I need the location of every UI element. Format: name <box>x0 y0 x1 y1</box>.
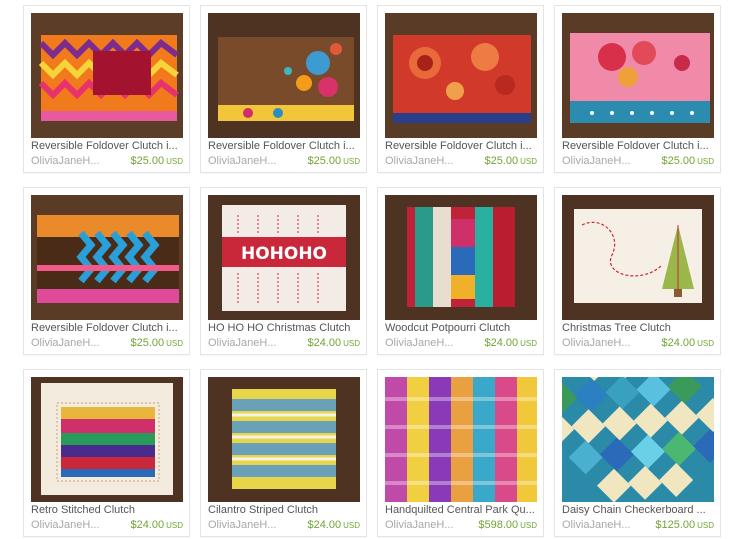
listing-price: $125.00 USD <box>655 519 714 532</box>
listing-title[interactable]: Christmas Tree Clutch <box>562 322 717 335</box>
listing-shop-name[interactable]: OliviaJaneH... <box>562 155 654 168</box>
listing-shop-name[interactable]: OliviaJaneH... <box>385 519 477 532</box>
listing-title[interactable]: HO HO HO Christmas Clutch <box>208 322 363 335</box>
retro-stitched-clutch-image <box>31 377 183 502</box>
brown-floral-clutch-image <box>208 13 360 138</box>
listing-card[interactable]: HOHOHO HO HO HO Christmas Clutch OliviaJ… <box>200 187 367 355</box>
price-value: $24.00 <box>130 519 165 531</box>
listing-title[interactable]: Reversible Foldover Clutch i... <box>385 140 540 153</box>
price-currency: USD <box>166 157 183 166</box>
listing-thumbnail[interactable] <box>208 13 360 138</box>
listing-title[interactable]: Reversible Foldover Clutch i... <box>208 140 363 153</box>
listing-thumbnail[interactable] <box>562 377 714 502</box>
listing-shop-name[interactable]: OliviaJaneH... <box>208 519 300 532</box>
price-value: $25.00 <box>307 155 342 167</box>
price-value: $25.00 <box>661 155 696 167</box>
listing-card[interactable]: Christmas Tree Clutch OliviaJaneH... $24… <box>554 187 721 355</box>
listing-title[interactable]: Reversible Foldover Clutch i... <box>31 322 186 335</box>
price-value: $24.00 <box>484 337 519 349</box>
listing-thumbnail[interactable] <box>385 13 537 138</box>
price-currency: USD <box>697 339 714 348</box>
listing-card[interactable]: Reversible Foldover Clutch i... OliviaJa… <box>377 5 544 173</box>
price-currency: USD <box>520 521 537 530</box>
listing-card[interactable]: Daisy Chain Checkerboard ... OliviaJaneH… <box>554 369 721 537</box>
listing-thumbnail[interactable] <box>31 13 183 138</box>
christmas-tree-clutch-image <box>562 195 714 320</box>
chevron-clutch-image <box>31 13 183 138</box>
central-park-quilt-image <box>385 377 537 502</box>
listing-title[interactable]: Daisy Chain Checkerboard ... <box>562 504 717 517</box>
listing-price: $24.00 USD <box>307 519 360 532</box>
listing-thumbnail[interactable] <box>562 13 714 138</box>
listing-thumbnail[interactable] <box>31 377 183 502</box>
price-currency: USD <box>166 339 183 348</box>
daisy-chain-quilt-image <box>562 377 714 502</box>
listing-price: $24.00 USD <box>130 519 183 532</box>
listing-price: $25.00 USD <box>484 155 537 168</box>
listing-thumbnail[interactable] <box>385 195 537 320</box>
listing-shop-name[interactable]: OliviaJaneH... <box>562 519 654 532</box>
price-currency: USD <box>343 157 360 166</box>
price-currency: USD <box>343 521 360 530</box>
listing-card[interactable]: Reversible Foldover Clutch i... OliviaJa… <box>554 5 721 173</box>
price-currency: USD <box>520 339 537 348</box>
price-currency: USD <box>343 339 360 348</box>
price-value: $25.00 <box>484 155 519 167</box>
listing-card[interactable]: Reversible Foldover Clutch i... OliviaJa… <box>23 5 190 173</box>
woodcut-patchwork-clutch-image <box>385 195 537 320</box>
listing-shop-name[interactable]: OliviaJaneH... <box>562 337 654 350</box>
listing-card[interactable]: Cilantro Striped Clutch OliviaJaneH... $… <box>200 369 367 537</box>
listing-title[interactable]: Cilantro Striped Clutch <box>208 504 363 517</box>
price-value: $24.00 <box>307 337 342 349</box>
listing-card[interactable]: Handquilted Central Park Qu... OliviaJan… <box>377 369 544 537</box>
listing-price: $598.00 USD <box>478 519 537 532</box>
listing-thumbnail[interactable] <box>31 195 183 320</box>
pink-floral-clutch-image <box>562 13 714 138</box>
listing-shop-name[interactable]: OliviaJaneH... <box>385 155 477 168</box>
listing-price: $25.00 USD <box>130 155 183 168</box>
cilantro-striped-clutch-image <box>208 377 360 502</box>
listing-title[interactable]: Handquilted Central Park Qu... <box>385 504 540 517</box>
price-value: $24.00 <box>661 337 696 349</box>
listing-card[interactable]: Reversible Foldover Clutch i... OliviaJa… <box>23 187 190 355</box>
listing-price: $24.00 USD <box>661 337 714 350</box>
red-floral-clutch-image <box>385 13 537 138</box>
listing-shop-name[interactable]: OliviaJaneH... <box>208 337 300 350</box>
hohoho-clutch-image: HOHOHO <box>208 195 360 320</box>
listing-title[interactable]: Reversible Foldover Clutch i... <box>31 140 186 153</box>
listing-card[interactable]: Reversible Foldover Clutch i... OliviaJa… <box>200 5 367 173</box>
price-currency: USD <box>697 521 714 530</box>
price-value: $24.00 <box>307 519 342 531</box>
listing-price: $24.00 USD <box>484 337 537 350</box>
listing-price: $24.00 USD <box>307 337 360 350</box>
listing-card[interactable]: Retro Stitched Clutch OliviaJaneH... $24… <box>23 369 190 537</box>
listing-price: $25.00 USD <box>661 155 714 168</box>
blue-chevron-clutch-image <box>31 195 183 320</box>
listing-title[interactable]: Woodcut Potpourri Clutch <box>385 322 540 335</box>
price-value: $125.00 <box>655 519 696 531</box>
listing-thumbnail[interactable] <box>385 377 537 502</box>
listing-title[interactable]: Reversible Foldover Clutch i... <box>562 140 717 153</box>
listing-thumbnail[interactable] <box>208 377 360 502</box>
price-currency: USD <box>697 157 714 166</box>
price-currency: USD <box>520 157 537 166</box>
listing-shop-name[interactable]: OliviaJaneH... <box>31 519 123 532</box>
listing-thumbnail[interactable] <box>562 195 714 320</box>
listing-shop-name[interactable]: OliviaJaneH... <box>31 337 123 350</box>
listing-grid: Reversible Foldover Clutch i... OliviaJa… <box>0 0 750 539</box>
listing-shop-name[interactable]: OliviaJaneH... <box>385 337 477 350</box>
listing-title[interactable]: Retro Stitched Clutch <box>31 504 186 517</box>
listing-card[interactable]: Woodcut Potpourri Clutch OliviaJaneH... … <box>377 187 544 355</box>
listing-shop-name[interactable]: OliviaJaneH... <box>208 155 300 168</box>
listing-price: $25.00 USD <box>130 337 183 350</box>
price-value: $25.00 <box>130 155 165 167</box>
price-value: $25.00 <box>130 337 165 349</box>
price-currency: USD <box>166 521 183 530</box>
listing-shop-name[interactable]: OliviaJaneH... <box>31 155 123 168</box>
hohoho-lettering: HOHOHO <box>241 244 327 264</box>
listing-price: $25.00 USD <box>307 155 360 168</box>
price-value: $598.00 <box>478 519 519 531</box>
listing-thumbnail[interactable]: HOHOHO <box>208 195 360 320</box>
